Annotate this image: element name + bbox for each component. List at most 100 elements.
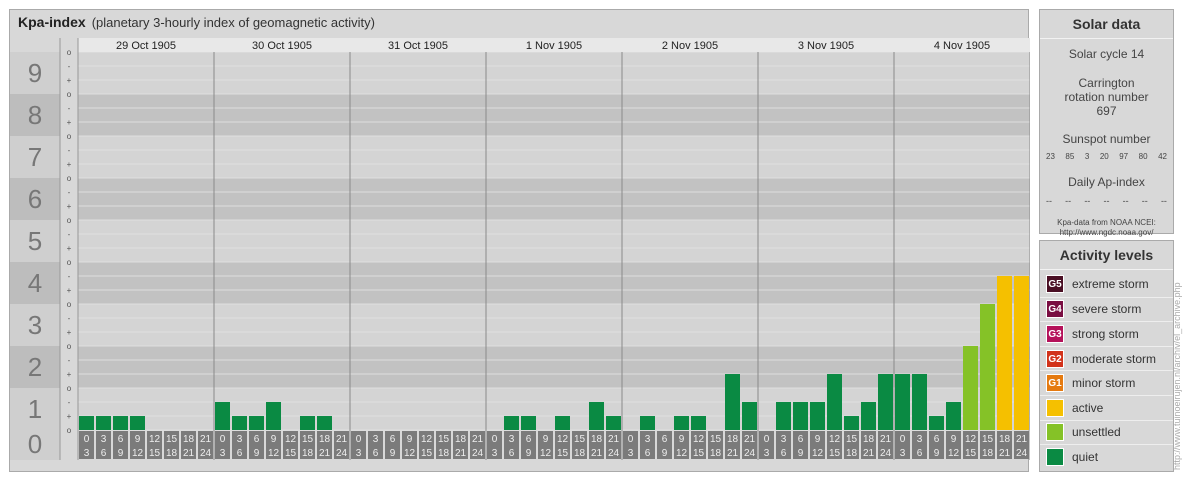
y-minor-tick: o	[67, 216, 72, 225]
hour-start-label: 0	[220, 434, 226, 445]
kp-bar	[521, 416, 536, 430]
kp-bar	[742, 401, 757, 430]
hour-end-label: 9	[798, 448, 804, 459]
hour-end-label: 21	[319, 448, 331, 459]
y-minor-tick: -	[68, 356, 71, 365]
activity-level-swatch	[1046, 423, 1064, 442]
y-minor-tick: o	[67, 174, 72, 183]
y-minor-tick: +	[67, 118, 72, 127]
hour-start-label: 15	[166, 434, 178, 445]
activity-level-swatch: G2	[1046, 349, 1064, 368]
sunspot-values: 23 85 3 20 97 80 42	[1040, 152, 1173, 161]
hour-start-label: 3	[101, 434, 107, 445]
kp-band	[78, 220, 1030, 262]
activity-level-moderate-storm: G2 moderate storm	[1040, 345, 1173, 371]
sunspot-value: 97	[1119, 152, 1129, 161]
day-label: 30 Oct 1905	[252, 40, 312, 52]
day-label: 4 Nov 1905	[934, 40, 990, 52]
carrington-rotation: Carrington rotation number 697	[1064, 76, 1149, 118]
hour-end-label: 21	[863, 448, 875, 459]
kp-bar	[827, 374, 842, 430]
hour-end-label: 24	[880, 448, 892, 459]
activity-level-quiet: quiet	[1040, 444, 1173, 469]
hour-start-label: 3	[917, 434, 923, 445]
kp-bar	[895, 374, 910, 430]
hour-end-label: 18	[846, 448, 858, 459]
hour-end-label: 18	[438, 448, 450, 459]
hour-end-label: 21	[183, 448, 195, 459]
hour-start-label: 15	[710, 434, 722, 445]
kp-bar	[215, 401, 230, 430]
hour-end-label: 3	[900, 448, 906, 459]
activity-level-swatch	[1046, 447, 1064, 466]
y-minor-tick: -	[68, 146, 71, 155]
hour-start-label: 3	[237, 434, 243, 445]
activity-level-strong-storm: G3 strong storm	[1040, 321, 1173, 346]
kp-bar	[640, 416, 655, 430]
data-credit: Kpa-data from NOAA NCEI: http://www.ngdc…	[1040, 218, 1173, 238]
y-minor-tick: o	[67, 258, 72, 267]
hour-end-label: 24	[608, 448, 620, 459]
hour-start-label: 9	[407, 434, 413, 445]
hour-end-label: 3	[764, 448, 770, 459]
y-minor-tick: -	[68, 230, 71, 239]
y-minor-tick: o	[67, 426, 72, 435]
y-minor-tick: o	[67, 132, 72, 141]
hour-end-label: 24	[472, 448, 484, 459]
kp-band	[78, 304, 1030, 346]
activity-level-active: active	[1040, 394, 1173, 420]
kp-bar	[317, 416, 332, 430]
ap-value: --	[1084, 196, 1091, 206]
activity-level-minor-storm: G1 minor storm	[1040, 370, 1173, 395]
kpa-chart: 29 Oct 1905 30 Oct 1905 31 Oct 1905 1 Nov 1…	[10, 38, 1030, 460]
kp-bar	[844, 416, 859, 430]
data-credit-link[interactable]: http://www.ngdc.noaa.gov/	[1040, 228, 1173, 238]
hour-end-label: 9	[662, 448, 668, 459]
activity-level-severe-storm: G4 severe storm	[1040, 296, 1173, 322]
hour-start-label: 9	[679, 434, 685, 445]
hour-end-label: 9	[254, 448, 260, 459]
activity-level-label: extreme storm	[1072, 277, 1149, 292]
hour-start-label: 18	[455, 434, 467, 445]
hour-start-label: 18	[999, 434, 1011, 445]
hour-start-label: 18	[863, 434, 875, 445]
hour-start-label: 0	[764, 434, 770, 445]
solar-cycle: Solar cycle 14	[1068, 47, 1145, 61]
kp-bar	[589, 401, 604, 430]
kp-bar	[776, 401, 791, 430]
hour-end-label: 6	[917, 448, 923, 459]
hour-start-label: 12	[285, 434, 297, 445]
hour-end-label: 12	[132, 448, 144, 459]
y-major-tick: 5	[28, 226, 42, 256]
hour-start-label: 21	[336, 434, 348, 445]
hour-end-label: 24	[744, 448, 756, 459]
y-major-tick: 4	[28, 268, 42, 298]
hour-end-label: 15	[693, 448, 705, 459]
hour-start-label: 15	[982, 434, 994, 445]
hour-end-label: 9	[390, 448, 396, 459]
hour-end-label: 12	[404, 448, 416, 459]
sunspot-value: 42	[1158, 152, 1167, 161]
activity-level-swatch: G1	[1046, 374, 1064, 393]
ap-value: --	[1046, 196, 1052, 206]
hour-end-label: 21	[455, 448, 467, 459]
y-minor-tick: +	[67, 244, 72, 253]
hour-start-label: 9	[543, 434, 549, 445]
hour-start-label: 0	[492, 434, 498, 445]
kp-bar	[963, 346, 978, 430]
hour-start-label: 6	[798, 434, 804, 445]
y-minor-tick: -	[68, 188, 71, 197]
kp-band	[78, 136, 1030, 178]
activity-levels-panel: Activity levels G5 extreme storm G4 severe …	[1039, 240, 1174, 472]
kp-bar	[793, 401, 808, 430]
kp-band	[78, 52, 1030, 94]
y-minor-tick: +	[67, 160, 72, 169]
hour-start-label: 0	[900, 434, 906, 445]
kp-bar	[997, 275, 1012, 430]
side-credit: http://www.tuinoeirujen.nl/archiv/el_arc…	[1172, 282, 1182, 470]
solar-data-panel: Solar data Solar cycle 14 Carrington rot…	[1039, 9, 1174, 237]
y-minor-tick: -	[68, 314, 71, 323]
hour-start-label: 18	[727, 434, 739, 445]
hour-end-label: 15	[285, 448, 297, 459]
activity-level-swatch: G3	[1046, 324, 1064, 343]
